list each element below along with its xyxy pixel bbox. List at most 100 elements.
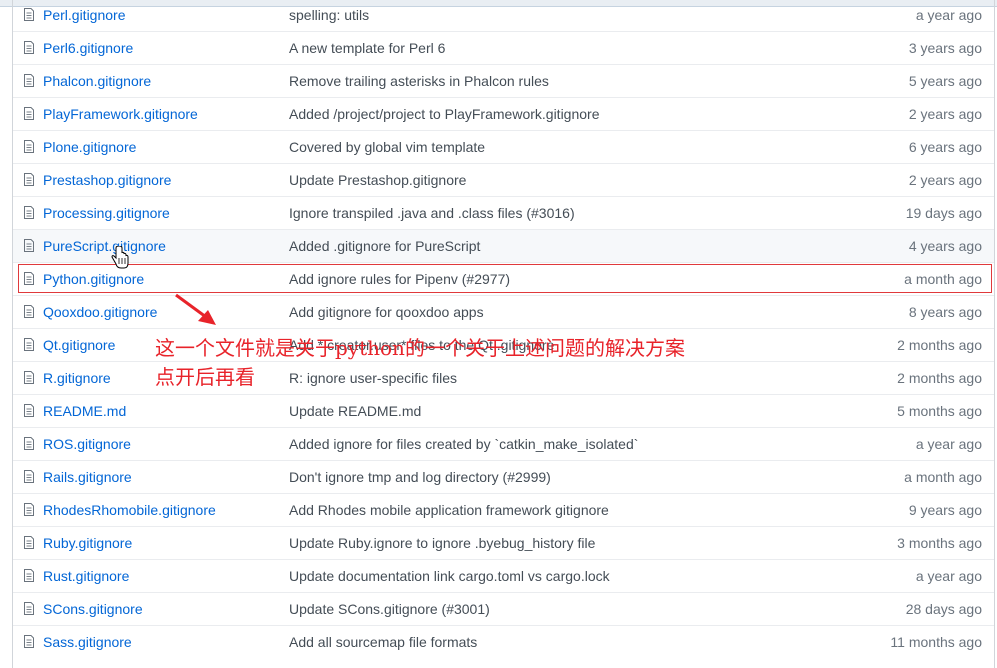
- annotation-text-line2: 点开后再看: [155, 365, 255, 389]
- commit-age: a year ago: [915, 7, 982, 23]
- commit-message-link[interactable]: Covered by global vim template: [289, 139, 485, 155]
- table-row[interactable]: Ruby.gitignore Update Ruby.ignore to igno…: [13, 526, 994, 559]
- table-row[interactable]: Rails.gitignore Don't ignore tmp and log …: [13, 460, 994, 493]
- table-row[interactable]: Perl6.gitignore A new template for Perl 6…: [13, 31, 994, 64]
- file-list-table: Perl.gitignore spelling: utils a year ago P…: [12, 0, 995, 668]
- file-icon: [24, 338, 34, 351]
- table-row[interactable]: Plone.gitignore Covered by global vim tem…: [13, 130, 994, 163]
- commit-message-link[interactable]: Added /project/project to PlayFramework.…: [289, 106, 599, 122]
- file-name-link[interactable]: Qooxdoo.gitignore: [43, 304, 157, 320]
- commit-message-link[interactable]: Update SCons.gitignore (#3001): [289, 601, 490, 617]
- commit-message-link[interactable]: Add Rhodes mobile application framework …: [289, 502, 609, 518]
- commit-age: 3 years ago: [908, 40, 982, 56]
- file-name-link[interactable]: Perl.gitignore: [43, 7, 126, 23]
- file-name-link[interactable]: Rust.gitignore: [43, 568, 129, 584]
- table-row[interactable]: Perl.gitignore spelling: utils a year ago: [13, 0, 994, 31]
- annotation-text-line1: 这一个文件就是关于python的一个关于上述问题的解决方案: [155, 336, 685, 360]
- commit-age: a month ago: [904, 271, 982, 287]
- commit-age: 2 years ago: [908, 106, 982, 122]
- commit-age: 5 months ago: [897, 403, 982, 419]
- table-row[interactable]: Rust.gitignore Update documentation link …: [13, 559, 994, 592]
- table-row[interactable]: SCons.gitignore Update SCons.gitignore (#…: [13, 592, 994, 625]
- commit-age: 8 years ago: [908, 304, 982, 320]
- commit-message-link[interactable]: Added ignore for files created by `catki…: [289, 436, 638, 452]
- file-icon: [24, 305, 34, 318]
- commit-message-link[interactable]: spelling: utils: [289, 7, 369, 23]
- file-icon: [24, 437, 34, 450]
- file-icon: [24, 8, 34, 21]
- file-name-link[interactable]: PureScript.gitignore: [43, 238, 166, 254]
- file-icon: [24, 470, 34, 483]
- file-icon: [24, 239, 34, 252]
- file-icon: [24, 569, 34, 582]
- file-icon: [24, 140, 34, 153]
- commit-message-link[interactable]: Update Prestashop.gitignore: [289, 172, 466, 188]
- file-icon: [24, 41, 34, 54]
- file-name-link[interactable]: RhodesRhomobile.gitignore: [43, 502, 216, 518]
- commit-message-link[interactable]: Add ignore rules for Pipenv (#2977): [289, 271, 510, 287]
- commit-age: 4 years ago: [908, 238, 982, 254]
- commit-age: a month ago: [904, 469, 982, 485]
- commit-age: a year ago: [915, 568, 982, 584]
- file-name-link[interactable]: README.md: [43, 403, 126, 419]
- file-name-link[interactable]: Sass.gitignore: [43, 634, 132, 650]
- red-arrow-icon: [175, 293, 216, 325]
- hand-pointer-icon: [111, 246, 129, 269]
- file-icon: [24, 404, 34, 417]
- file-name-link[interactable]: R.gitignore: [43, 370, 111, 386]
- table-row[interactable]: Python.gitignore Add ignore rules for Pip…: [13, 262, 994, 295]
- table-row[interactable]: README.md Update README.md 5 months ago: [13, 394, 994, 427]
- commit-age: 6 years ago: [908, 139, 982, 155]
- commit-message-link[interactable]: Update documentation link cargo.toml vs …: [289, 568, 610, 584]
- commit-age: 2 months ago: [897, 370, 982, 386]
- commit-message-link[interactable]: Ignore transpiled .java and .class files…: [289, 205, 575, 221]
- file-name-link[interactable]: Phalcon.gitignore: [43, 73, 151, 89]
- file-icon: [24, 74, 34, 87]
- file-name-link[interactable]: Qt.gitignore: [43, 337, 115, 353]
- commit-age: 2 months ago: [897, 337, 982, 353]
- table-row[interactable]: ROS.gitignore Added ignore for files crea…: [13, 427, 994, 460]
- commit-message-link[interactable]: R: ignore user-specific files: [289, 370, 457, 386]
- commit-age: a year ago: [915, 436, 982, 452]
- commit-message-link[interactable]: Update Ruby.ignore to ignore .byebug_his…: [289, 535, 595, 551]
- file-name-link[interactable]: PlayFramework.gitignore: [43, 106, 198, 122]
- file-name-link[interactable]: ROS.gitignore: [43, 436, 131, 452]
- commit-age: 3 months ago: [897, 535, 982, 551]
- file-icon: [24, 173, 34, 186]
- file-name-link[interactable]: Python.gitignore: [43, 271, 144, 287]
- commit-age: 28 days ago: [905, 601, 982, 617]
- file-name-link[interactable]: Plone.gitignore: [43, 139, 136, 155]
- commit-message-link[interactable]: Remove trailing asterisks in Phalcon rul…: [289, 73, 549, 89]
- table-row[interactable]: PureScript.gitignore Added .gitignore for…: [13, 229, 994, 262]
- file-icon: [24, 272, 34, 285]
- table-row[interactable]: Phalcon.gitignore Remove trailing asteris…: [13, 64, 994, 97]
- table-row[interactable]: Processing.gitignore Ignore transpiled .j…: [13, 196, 994, 229]
- file-name-link[interactable]: Prestashop.gitignore: [43, 172, 171, 188]
- file-icon: [24, 503, 34, 516]
- table-row[interactable]: PlayFramework.gitignore Added /project/pr…: [13, 97, 994, 130]
- file-name-link[interactable]: Processing.gitignore: [43, 205, 170, 221]
- commit-age: 19 days ago: [905, 205, 982, 221]
- file-name-link[interactable]: Ruby.gitignore: [43, 535, 132, 551]
- commit-age: 2 years ago: [908, 172, 982, 188]
- commit-message-link[interactable]: Don't ignore tmp and log directory (#299…: [289, 469, 551, 485]
- file-icon: [24, 536, 34, 549]
- file-icon: [24, 206, 34, 219]
- commit-age: 11 months ago: [890, 634, 982, 650]
- commit-age: 5 years ago: [908, 73, 982, 89]
- commit-message-link[interactable]: Added .gitignore for PureScript: [289, 238, 480, 254]
- table-row[interactable]: RhodesRhomobile.gitignore Add Rhodes mobi…: [13, 493, 994, 526]
- table-row[interactable]: Sass.gitignore Add all sourcemap file for…: [13, 625, 994, 658]
- table-row[interactable]: Prestashop.gitignore Update Prestashop.gi…: [13, 163, 994, 196]
- commit-message-link[interactable]: A new template for Perl 6: [289, 40, 445, 56]
- file-name-link[interactable]: Rails.gitignore: [43, 469, 132, 485]
- commit-message-link[interactable]: Update README.md: [289, 403, 421, 419]
- file-icon: [24, 635, 34, 648]
- file-icon: [24, 602, 34, 615]
- file-name-link[interactable]: Perl6.gitignore: [43, 40, 133, 56]
- commit-age: 9 years ago: [908, 502, 982, 518]
- file-name-link[interactable]: SCons.gitignore: [43, 601, 143, 617]
- table-row[interactable]: Qooxdoo.gitignore Add gitignore for qooxd…: [13, 295, 994, 328]
- commit-message-link[interactable]: Add all sourcemap file formats: [289, 634, 477, 650]
- commit-message-link[interactable]: Add gitignore for qooxdoo apps: [289, 304, 484, 320]
